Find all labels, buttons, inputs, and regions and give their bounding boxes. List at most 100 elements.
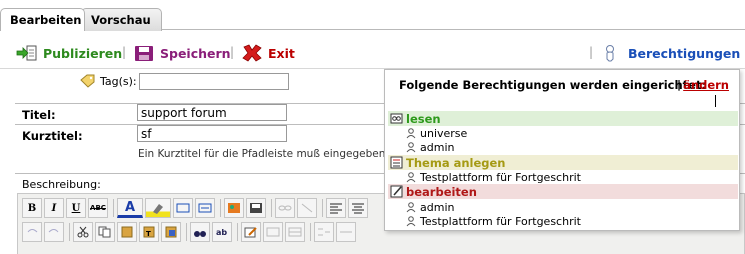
paste-word-icon — [165, 226, 177, 238]
align-center-button[interactable] — [348, 198, 368, 218]
editor-toolbar-row-1: B I U ABC A — [22, 197, 370, 219]
fact-link-button[interactable] — [173, 198, 193, 218]
fact-include-button[interactable] — [195, 198, 215, 218]
tab-vorschau[interactable]: Vorschau — [81, 8, 162, 31]
member-item: universe — [405, 126, 467, 140]
floppy-icon — [250, 203, 262, 213]
user-icon — [406, 201, 416, 212]
editor-separator — [69, 223, 70, 241]
member-label: Testplattform für Fortgeschrit — [420, 170, 581, 184]
insert-save-button[interactable] — [246, 198, 266, 218]
strike-glyph: ABC — [90, 204, 106, 212]
tab-bar: Vorschau Bearbeiten — [0, 0, 745, 31]
cut-button[interactable] — [73, 222, 93, 242]
text-cursor — [715, 95, 716, 107]
bold-glyph: B — [27, 202, 37, 214]
tags-row: Tag(s): — [80, 72, 289, 90]
row-insert-button[interactable] — [314, 222, 334, 242]
save-button[interactable]: Speichern — [133, 42, 231, 64]
paste-word-button[interactable] — [161, 222, 181, 242]
font-color-button[interactable]: A — [117, 198, 143, 218]
editor-separator — [220, 199, 221, 217]
unlink-icon — [301, 203, 313, 213]
exit-label: Exit — [268, 45, 295, 61]
publish-button[interactable]: Publizieren — [16, 42, 122, 64]
redo-button[interactable] — [44, 222, 64, 242]
image-icon — [228, 203, 240, 213]
row-delete-button[interactable] — [336, 222, 356, 242]
tags-input[interactable] — [138, 72, 289, 90]
description-label: Beschreibung: — [22, 178, 101, 191]
svg-text:ab: ab — [216, 228, 227, 237]
fact-link-icon — [176, 203, 190, 213]
editor-separator — [271, 199, 272, 217]
member-label: admin — [420, 140, 455, 154]
svg-text:T: T — [146, 230, 151, 238]
popup-heading: Folgende Berechtigungen werden eingerich… — [399, 78, 707, 92]
save-icon — [135, 46, 153, 61]
undo-button[interactable] — [22, 222, 42, 242]
edit-source-button[interactable] — [241, 222, 261, 242]
publish-icon — [16, 45, 37, 61]
read-icon — [390, 113, 403, 124]
editor-separator — [113, 199, 114, 217]
link-icon — [278, 205, 292, 211]
tab-bearbeiten[interactable]: Bearbeiten — [0, 8, 85, 31]
permissions-label: Berechtigungen — [628, 45, 741, 61]
change-permissions-link[interactable]: ändern — [683, 78, 729, 92]
edit-icon — [390, 185, 403, 198]
strikethrough-button[interactable]: ABC — [88, 198, 108, 218]
copy-icon — [98, 226, 111, 238]
publish-label: Publizieren — [43, 45, 123, 61]
shorttitle-hint: Ein Kurztitel für die Pfadleiste muß ein… — [138, 148, 409, 160]
member-label: admin — [420, 200, 455, 214]
align-left-button[interactable] — [326, 198, 346, 218]
group-bearbeiten-label: bearbeiten — [406, 184, 477, 199]
bold-button[interactable]: B — [22, 198, 42, 218]
save-label: Speichern — [160, 45, 231, 61]
table-props-button[interactable] — [285, 222, 305, 242]
scissors-icon — [77, 226, 89, 238]
underline-glyph: U — [71, 202, 81, 214]
table-button[interactable] — [263, 222, 283, 242]
member-item: Testplattform für Fortgeschrit — [405, 170, 581, 184]
tab-vorschau-label: Vorschau — [91, 13, 151, 27]
title-value: support forum — [141, 106, 227, 120]
exit-icon — [242, 44, 262, 62]
editor-toolbar-row-2: T ab — [22, 221, 358, 243]
paste-button[interactable] — [117, 222, 137, 242]
exit-button[interactable]: Exit — [241, 42, 295, 64]
row-insert-icon — [318, 228, 330, 236]
group-lesen-label: lesen — [406, 111, 441, 126]
copy-button[interactable] — [95, 222, 115, 242]
find-button[interactable] — [190, 222, 210, 242]
title-input[interactable]: support forum — [137, 104, 287, 121]
title-label: Titel: — [22, 108, 56, 122]
shorttitle-label: Kurztitel: — [22, 129, 83, 143]
toolbar-separator: | — [122, 45, 127, 59]
underline-button[interactable]: U — [66, 198, 86, 218]
user-icon — [406, 215, 416, 226]
permissions-button[interactable]: Berechtigungen — [601, 42, 740, 64]
align-center-icon — [352, 203, 364, 214]
shorttitle-input[interactable]: sf — [137, 125, 287, 142]
italic-button[interactable]: I — [44, 198, 64, 218]
unlink-button[interactable] — [297, 198, 317, 218]
group-lesen: lesen — [388, 111, 738, 126]
table-icon — [266, 227, 280, 237]
editor-separator — [322, 199, 323, 217]
member-item: admin — [405, 140, 454, 154]
paste-text-button[interactable]: T — [139, 222, 159, 242]
highlight-color-button[interactable] — [145, 198, 171, 218]
create-topic-icon — [390, 156, 403, 169]
undo-icon — [27, 229, 38, 233]
pencil-icon — [244, 227, 257, 238]
permissions-icon — [606, 45, 614, 62]
group-thema-anlegen: Thema anlegen — [388, 155, 738, 170]
image-button[interactable] — [224, 198, 244, 218]
tags-label: Tag(s): — [100, 74, 137, 88]
link-button[interactable] — [275, 198, 295, 218]
replace-button[interactable]: ab — [212, 222, 232, 242]
fact-include-icon — [198, 203, 212, 213]
editor-separator — [186, 223, 187, 241]
